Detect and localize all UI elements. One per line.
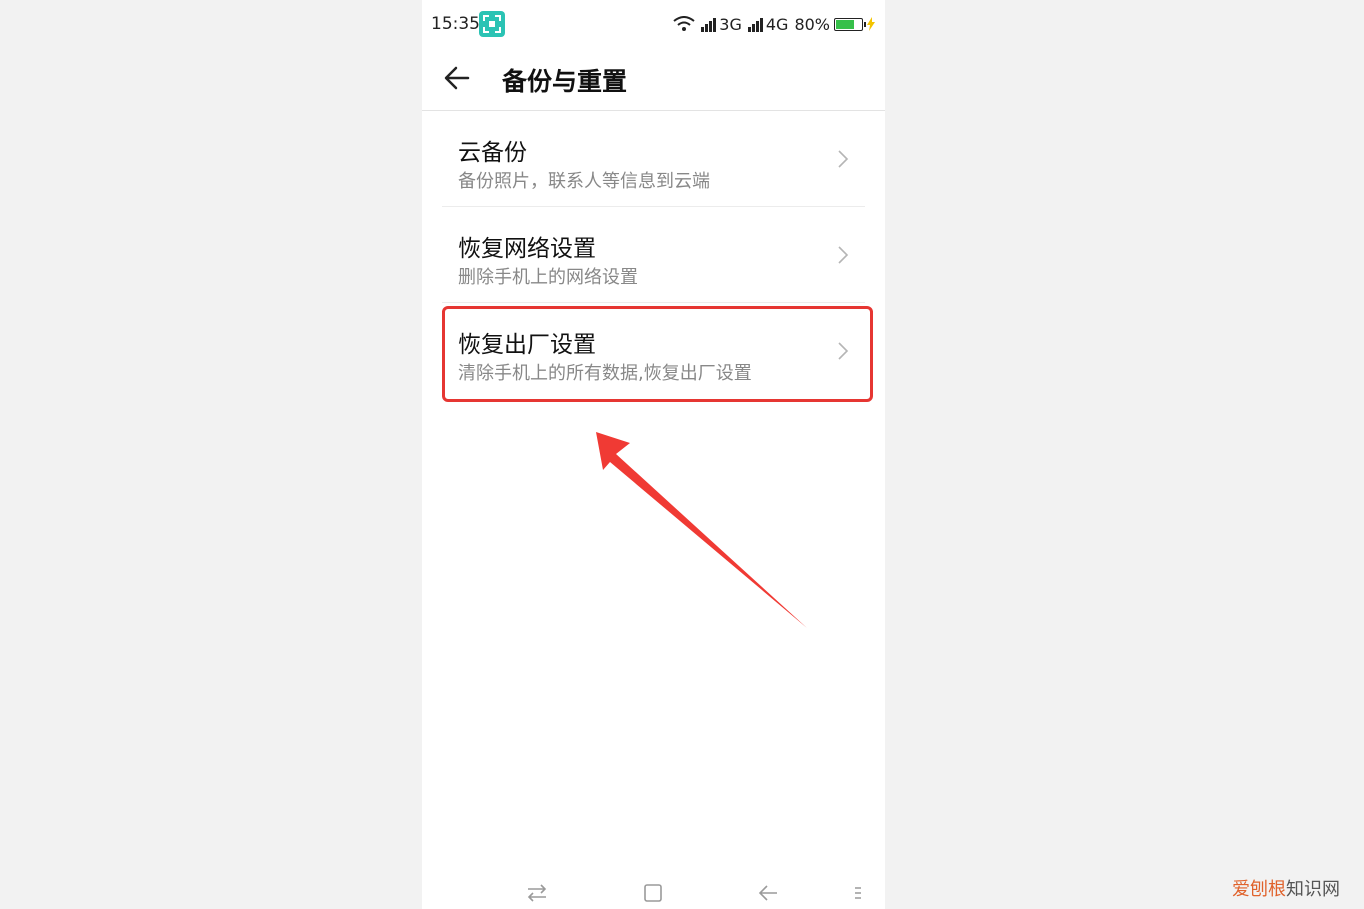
- switch-apps-icon[interactable]: [526, 882, 548, 908]
- highlight-box: [442, 306, 873, 402]
- chevron-right-icon: [838, 246, 849, 264]
- battery: 80%: [794, 15, 875, 34]
- status-time: 15:35: [431, 14, 480, 34]
- signal-bars-icon: [747, 16, 764, 32]
- wifi-icon: [673, 16, 695, 32]
- item-label: 云备份: [458, 140, 527, 166]
- network-3g-label: 3G: [719, 14, 742, 34]
- item-desc: 备份照片，联系人等信息到云端: [458, 171, 710, 192]
- page-title: 备份与重置: [502, 67, 628, 96]
- navigation-bar: [422, 868, 885, 909]
- signal-bars-icon: [701, 16, 717, 32]
- charging-icon: [867, 17, 875, 31]
- page-header: 备份与重置: [422, 48, 885, 111]
- arrow-left-icon[interactable]: [442, 64, 472, 92]
- chevron-right-icon: [838, 150, 849, 168]
- back-arrow-icon[interactable]: [757, 882, 779, 908]
- home-square-icon[interactable]: [642, 882, 664, 908]
- battery-percent: 80%: [794, 14, 830, 34]
- watermark-suffix: 知识网: [1286, 879, 1340, 900]
- network-4g-label: 4G: [765, 14, 789, 34]
- signal-4g: 4G: [747, 14, 789, 34]
- item-desc: 删除手机上的网络设置: [458, 267, 638, 288]
- signal-3g: 3G: [701, 15, 742, 34]
- list-item-reset-network[interactable]: 恢复网络设置 删除手机上的网络设置: [442, 207, 865, 303]
- status-right: 3G 4G 80%: [667, 13, 875, 35]
- menu-icon[interactable]: [854, 882, 862, 908]
- battery-icon: [834, 17, 866, 31]
- watermark-brand: 爱刨根: [1232, 879, 1286, 900]
- red-arrow-annotation: [596, 432, 807, 628]
- status-bar: 15:35 3G 4G 80%: [422, 0, 885, 48]
- list-item-cloud-backup[interactable]: 云备份 备份照片，联系人等信息到云端: [442, 111, 865, 207]
- watermark: 爱刨根知识网: [1232, 875, 1340, 901]
- scan-icon: [479, 11, 505, 37]
- item-label: 恢复网络设置: [458, 236, 596, 262]
